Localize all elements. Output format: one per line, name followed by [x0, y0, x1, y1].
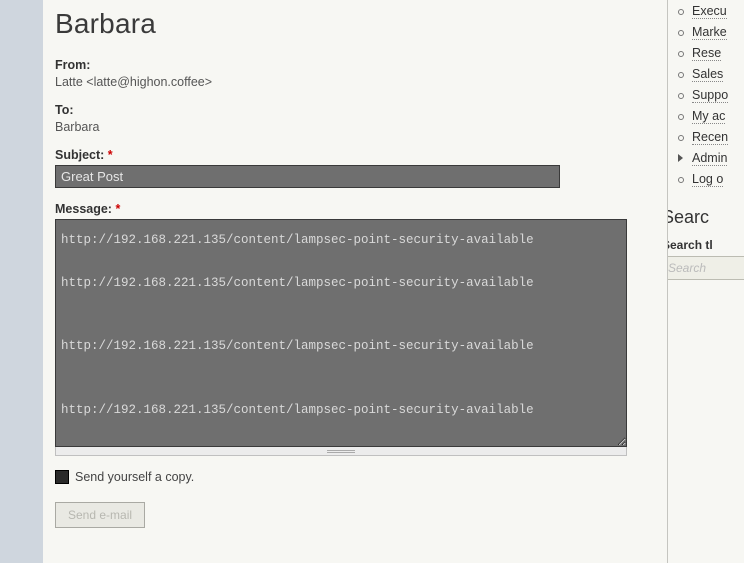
sidebar-link[interactable]: Marke — [692, 25, 727, 40]
textarea-resize-handle[interactable] — [55, 447, 627, 456]
send-copy-row: Send yourself a copy. — [55, 470, 655, 484]
sidebar: Execu Marke Rese Sales Suppo My ac Recen Admin L… — [668, 0, 744, 563]
message-label: Message: * — [55, 202, 655, 216]
subject-input[interactable] — [55, 165, 560, 188]
sidebar-item: Admin — [690, 147, 744, 168]
required-marker: * — [115, 202, 120, 216]
required-marker: * — [108, 148, 113, 162]
from-value: Latte <latte@highon.coffee> — [55, 75, 212, 89]
send-copy-label: Send yourself a copy. — [75, 470, 194, 484]
to-label: To: — [55, 103, 655, 117]
page-title: Barbara — [55, 8, 655, 40]
sidebar-item: Marke — [690, 21, 744, 42]
sidebar-link[interactable]: Execu — [692, 4, 727, 19]
message-field: Message: * — [55, 202, 655, 456]
main-content: Barbara From: Latte <latte@highon.coffee… — [43, 0, 668, 563]
message-label-text: Message: — [55, 202, 112, 216]
subject-label-text: Subject: — [55, 148, 104, 162]
search-input[interactable] — [668, 256, 744, 280]
sidebar-item: Rese — [690, 42, 744, 63]
to-field: To: Barbara — [55, 103, 655, 134]
sidebar-item: Suppo — [690, 84, 744, 105]
sidebar-item: Execu — [690, 0, 744, 21]
to-value: Barbara — [55, 120, 99, 134]
sidebar-link[interactable]: Suppo — [692, 88, 728, 103]
sidebar-item: My ac — [690, 105, 744, 126]
grip-icon — [327, 450, 355, 453]
from-label: From: — [55, 58, 655, 72]
sidebar-link[interactable]: Log o — [692, 172, 723, 187]
sidebar-item: Recen — [690, 126, 744, 147]
subject-label: Subject: * — [55, 148, 655, 162]
sidebar-item: Sales — [690, 63, 744, 84]
sidebar-link[interactable]: Recen — [692, 130, 728, 145]
send-copy-checkbox[interactable] — [55, 470, 69, 484]
sidebar-link[interactable]: Sales — [692, 67, 723, 82]
message-textarea[interactable] — [55, 219, 627, 447]
subject-field: Subject: * — [55, 148, 655, 188]
sidebar-item: Log o — [690, 168, 744, 189]
sidebar-link[interactable]: Rese — [692, 46, 721, 61]
sidebar-link[interactable]: My ac — [692, 109, 725, 124]
search-label: Search tl — [668, 238, 744, 252]
send-email-button[interactable]: Send e-mail — [55, 502, 145, 528]
sidebar-link[interactable]: Admin — [692, 151, 727, 166]
from-field: From: Latte <latte@highon.coffee> — [55, 58, 655, 89]
sidebar-nav: Execu Marke Rese Sales Suppo My ac Recen Admin L… — [690, 0, 744, 189]
search-heading: Searc — [668, 207, 744, 228]
